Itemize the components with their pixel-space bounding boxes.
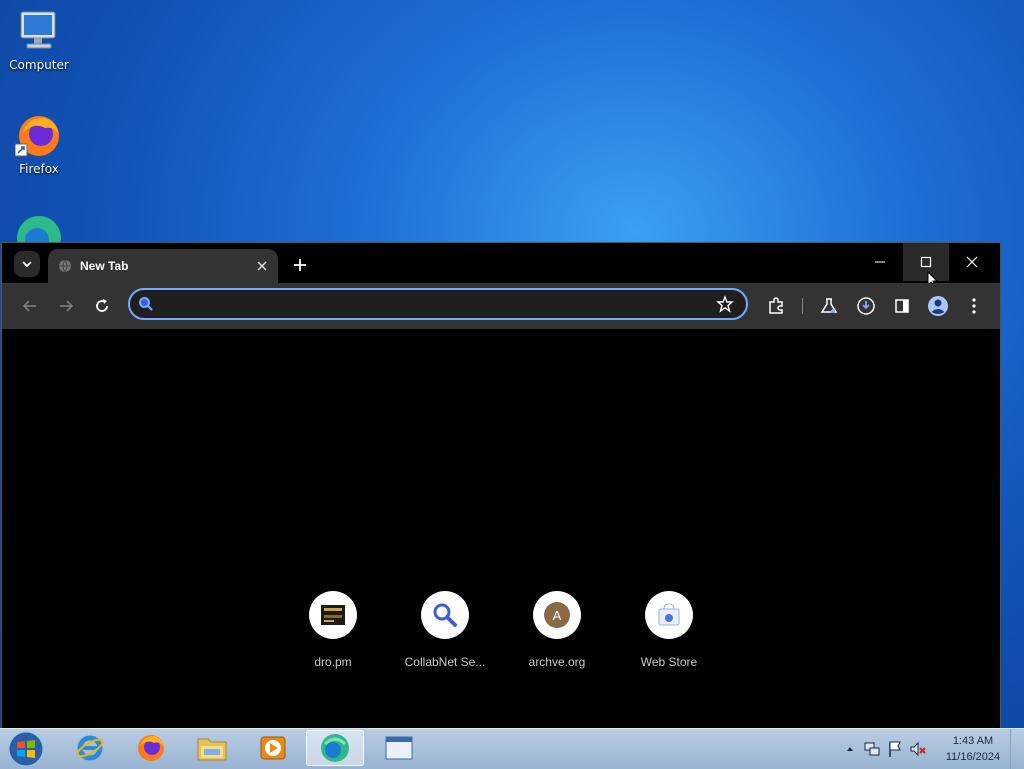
window-icon xyxy=(385,736,413,760)
side-panel-icon xyxy=(895,299,909,313)
tab-close-button[interactable] xyxy=(252,256,272,276)
shortcut-web-store[interactable]: Web Store xyxy=(613,591,725,669)
shortcut-letter: A xyxy=(544,602,570,628)
browser-window: New Tab dro.pm CollabNet Se... A archve.… xyxy=(1,242,1001,730)
taskbar-internet-explorer[interactable] xyxy=(61,730,119,766)
new-tab-page: dro.pm CollabNet Se... A archve.org Web … xyxy=(2,329,1000,729)
downloads-button[interactable] xyxy=(852,292,880,320)
taskbar-firefox[interactable] xyxy=(122,730,180,766)
shortcut-label: Web Store xyxy=(640,655,698,669)
flask-icon xyxy=(820,298,838,313)
tab-title: New Tab xyxy=(80,259,129,273)
arrow-left-icon xyxy=(22,300,36,312)
close-icon xyxy=(257,261,267,271)
shortcut-collabnet[interactable]: CollabNet Se... xyxy=(389,591,501,669)
chevron-down-icon xyxy=(22,261,32,268)
puzzle-icon xyxy=(769,297,783,314)
download-icon xyxy=(857,297,875,315)
dro-favicon xyxy=(309,591,357,639)
firefox-icon xyxy=(138,735,164,761)
search-icon xyxy=(139,297,153,311)
tab-strip: New Tab xyxy=(2,243,1000,288)
clock[interactable]: 1:43 AM 11/16/2024 xyxy=(940,733,1006,765)
search-icon xyxy=(421,591,469,639)
forward-button[interactable] xyxy=(52,292,80,320)
edge-icon xyxy=(321,734,349,762)
reload-button[interactable] xyxy=(88,292,116,320)
folder-icon xyxy=(197,738,227,761)
menu-button[interactable] xyxy=(960,292,988,320)
new-tab-button[interactable] xyxy=(288,253,312,277)
show-desktop-button[interactable] xyxy=(1010,729,1024,769)
browser-toolbar xyxy=(2,283,1000,329)
desktop-icon-label: Firefox xyxy=(19,162,59,176)
chevron-up-icon[interactable] xyxy=(845,744,855,754)
shortcut-archve[interactable]: A archve.org xyxy=(501,591,613,669)
side-panel-button[interactable] xyxy=(888,292,916,320)
firefox-icon xyxy=(14,112,63,160)
start-button[interactable] xyxy=(4,730,48,768)
clock-time: 1:43 AM xyxy=(952,735,994,747)
reload-icon xyxy=(96,299,108,312)
tab-new-tab[interactable]: New Tab xyxy=(48,249,278,283)
omnibox-input[interactable] xyxy=(162,294,706,316)
close-window-button[interactable] xyxy=(949,243,995,281)
letter-a-icon: A xyxy=(533,591,581,639)
toolbar-divider xyxy=(802,298,803,314)
shortcut-label: archve.org xyxy=(528,655,586,669)
clock-date: 11/16/2024 xyxy=(945,751,1001,763)
webstore-icon xyxy=(645,591,693,639)
desktop-icon-firefox[interactable]: Firefox xyxy=(1,112,77,176)
ie-icon xyxy=(76,735,104,761)
taskbar: 1:43 AM 11/16/2024 xyxy=(0,728,1024,769)
tab-search-button[interactable] xyxy=(14,251,40,277)
maximize-button[interactable] xyxy=(903,243,949,281)
taskbar-media-player[interactable] xyxy=(244,730,302,766)
omnibox[interactable] xyxy=(128,288,748,320)
windows-logo-icon xyxy=(8,731,44,767)
globe-icon xyxy=(59,259,71,273)
star-icon[interactable] xyxy=(716,295,734,313)
avatar-icon xyxy=(928,296,948,316)
shortcut-label: dro.pm xyxy=(314,655,352,669)
system-tray xyxy=(845,729,927,769)
minimize-button[interactable] xyxy=(857,243,903,281)
desktop-icon-label: Computer xyxy=(9,58,69,72)
desktop-icon-computer[interactable]: Computer xyxy=(1,8,77,72)
extensions-button[interactable] xyxy=(762,292,790,320)
computer-icon xyxy=(15,8,63,56)
more-vert-icon xyxy=(972,298,976,314)
labs-button[interactable] xyxy=(815,292,843,320)
maximize-icon xyxy=(920,256,932,268)
plus-icon xyxy=(294,259,306,271)
media-player-icon xyxy=(260,736,286,760)
close-icon xyxy=(966,256,978,268)
taskbar-file-explorer[interactable] xyxy=(183,730,241,766)
network-icon[interactable] xyxy=(863,740,881,758)
arrow-right-icon xyxy=(60,300,74,312)
volume-muted-icon[interactable] xyxy=(909,740,927,758)
shortcut-dro[interactable]: dro.pm xyxy=(277,591,389,669)
taskbar-window[interactable] xyxy=(370,730,428,766)
flag-icon[interactable] xyxy=(887,740,903,758)
profile-button[interactable] xyxy=(924,292,952,320)
back-button[interactable] xyxy=(16,292,44,320)
minimize-icon xyxy=(875,261,885,263)
shortcut-label: CollabNet Se... xyxy=(404,655,486,669)
taskbar-edge[interactable] xyxy=(306,730,364,766)
